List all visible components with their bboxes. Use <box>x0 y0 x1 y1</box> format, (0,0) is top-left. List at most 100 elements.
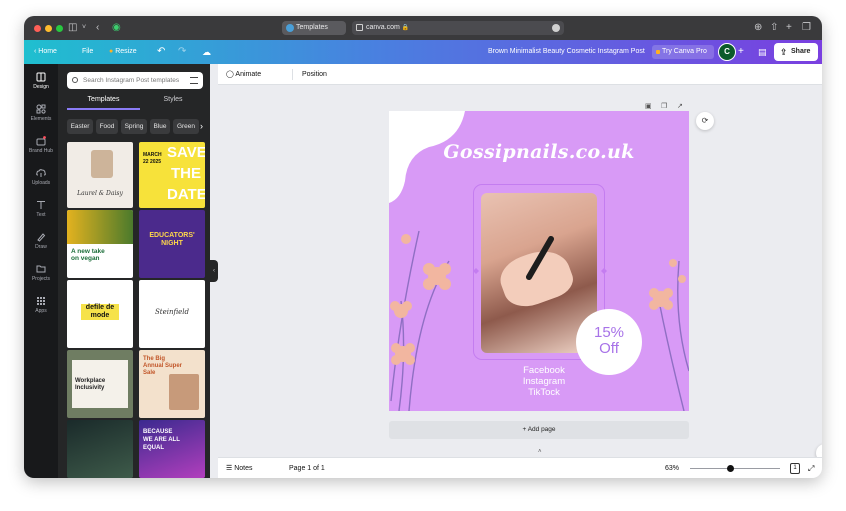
template-thumb-equal[interactable]: BECAUSE WE ARE ALL EQUAL <box>139 420 205 478</box>
editor-area: ◯ Animate Position ▣ ❐ ↗ ⟳ Gossipnails.c… <box>218 64 822 478</box>
browser-tab[interactable]: Templates <box>282 21 346 35</box>
template-thumb-educators-night[interactable]: EDUCATORS' NIGHT <box>139 210 205 278</box>
fullscreen-icon[interactable]: ⤢ <box>808 458 814 478</box>
template-thumb-defile[interactable]: defile de mode <box>67 280 133 348</box>
page-indicator[interactable]: Page 1 of 1 <box>289 458 325 478</box>
add-page-icon[interactable]: ↗ <box>677 102 683 110</box>
design-canvas[interactable]: Gossipnails.co.uk 15% Off Facebook Insta… <box>389 111 689 411</box>
minimize-window-button[interactable] <box>45 25 52 32</box>
new-tab-icon[interactable]: + <box>786 22 792 34</box>
flower-left-4 <box>401 234 411 244</box>
chip-blue[interactable]: Blue <box>150 119 170 134</box>
template-thumb-vegan[interactable]: A new take on vegan <box>67 210 133 278</box>
back-icon[interactable]: ‹ <box>96 22 99 34</box>
rail-item-draw[interactable]: Draw <box>24 232 58 250</box>
lock-page-icon[interactable]: ▣ <box>645 102 652 110</box>
chevron-down-icon[interactable]: ˅ <box>82 22 86 34</box>
try-pro-label: Try Canva Pro <box>662 48 707 55</box>
template-thumb-steinfield[interactable]: Steinfield <box>139 280 205 348</box>
chip-food[interactable]: Food <box>96 119 118 134</box>
add-page-button[interactable]: + Add page <box>389 421 689 439</box>
search-input[interactable]: Search Instagram Post templates <box>67 72 203 89</box>
animate-button[interactable]: ◯ Animate <box>226 64 261 85</box>
share-button[interactable]: ⇪ Share <box>774 43 818 61</box>
share-page-icon[interactable]: ⇧ <box>770 22 778 34</box>
zoom-window-button[interactable] <box>56 25 63 32</box>
rail-item-elements[interactable]: Elements <box>24 104 58 122</box>
collapse-panel-handle[interactable]: ‹ <box>210 260 218 282</box>
badge-percent: 15% <box>593 324 625 341</box>
position-button[interactable]: Position <box>302 64 327 85</box>
social-list[interactable]: Facebook Instagram TikTock <box>489 365 599 398</box>
rail-item-brand-hub[interactable]: Brand Hub <box>24 136 58 154</box>
social-facebook: Facebook <box>523 365 565 376</box>
rail-label: Uploads <box>31 180 51 186</box>
privacy-shield-icon[interactable]: ◉ <box>112 22 121 34</box>
sidebar-toggle-icon[interactable]: ◫ <box>68 22 77 34</box>
rail-item-design[interactable]: Design <box>24 72 58 90</box>
crown-icon <box>656 50 660 54</box>
notes-button[interactable]: ☰ Notes <box>226 458 253 478</box>
left-nav-rail: Design Elements Brand Hub Uploads Text D… <box>24 64 58 478</box>
template-thumb-workplace[interactable]: Workplace Inclusivity <box>67 350 133 418</box>
download-icon[interactable]: ⊕ <box>754 22 762 34</box>
rail-label: Apps <box>35 308 47 314</box>
chip-spring[interactable]: Spring <box>121 119 147 134</box>
social-tiktok: TikTock <box>528 387 560 398</box>
template-thumb-super-sale[interactable]: The Big Annual Super Sale <box>139 350 205 418</box>
thumb-text: Steinfield <box>154 308 190 316</box>
chip-easter[interactable]: Easter <box>67 119 93 134</box>
share-label: Share <box>791 48 811 55</box>
page-count-button[interactable]: 1 <box>790 463 800 474</box>
chip-green[interactable]: Green <box>173 119 199 134</box>
template-thumb-save-the-date[interactable]: MARCH 22 2025 SAVE THE DATE <box>139 142 205 208</box>
duplicate-page-icon[interactable]: ❐ <box>661 102 667 110</box>
zoom-slider[interactable] <box>690 468 780 469</box>
canva-favicon-icon <box>286 24 294 32</box>
rail-label: Elements <box>30 116 52 122</box>
rail-item-text[interactable]: Text <box>24 200 58 218</box>
add-collaborator-icon[interactable]: + <box>738 40 744 64</box>
tab-templates[interactable]: Templates <box>67 94 140 106</box>
design-title[interactable]: Gossipnails.co.uk <box>389 141 689 163</box>
avatar[interactable]: C <box>718 43 736 61</box>
refresh-icon[interactable]: ⟳ <box>696 112 714 130</box>
home-button[interactable]: ‹ Home <box>34 40 57 64</box>
rail-item-projects[interactable]: Projects <box>24 264 58 282</box>
redo-icon[interactable]: ↷ <box>178 40 186 64</box>
try-canva-pro-button[interactable]: Try Canva Pro <box>652 45 714 59</box>
cloud-sync-icon[interactable]: ☁ <box>202 40 211 64</box>
notes-icon: ☰ <box>226 465 233 472</box>
rail-label: Projects <box>31 276 51 282</box>
rail-item-apps[interactable]: Apps <box>24 296 58 314</box>
thumb-text: MARCH 22 2025 <box>143 152 162 165</box>
flower-left-1 <box>423 263 451 290</box>
rail-label: Text <box>36 212 46 218</box>
animate-label: Animate <box>235 71 262 78</box>
brand-icon <box>36 136 46 146</box>
filter-icon[interactable] <box>190 77 198 84</box>
address-bar-url: canva.com <box>366 24 400 31</box>
tab-styles[interactable]: Styles <box>140 94 206 106</box>
flower-stems-left <box>390 230 450 411</box>
insights-icon[interactable]: ▤ <box>758 40 767 64</box>
chevron-up-icon[interactable]: ˄ <box>538 449 542 455</box>
more-options-icon[interactable] <box>552 24 560 32</box>
rail-item-uploads[interactable]: Uploads <box>24 168 58 186</box>
zoom-level[interactable]: 63% <box>665 458 679 478</box>
address-bar[interactable]: canva.com 🔒 <box>352 21 564 35</box>
undo-icon[interactable]: ↶ <box>157 40 165 64</box>
browser-toolbar: ◫ ˅ ‹ ◉ Templates canva.com 🔒 ⊕ ⇧ + ❐ <box>24 16 822 40</box>
chevron-right-icon[interactable]: › <box>200 119 203 134</box>
resize-button[interactable]: ● Resize <box>109 40 137 64</box>
hand-shape <box>494 242 578 314</box>
folder-icon <box>36 265 46 273</box>
zoom-slider-knob[interactable] <box>726 465 734 472</box>
template-thumb-laurel-daisy[interactable]: Laurel & Daisy <box>67 142 133 208</box>
file-menu[interactable]: File <box>82 40 93 64</box>
tab-overview-icon[interactable]: ❐ <box>802 22 811 34</box>
document-title[interactable]: Brown Minimalist Beauty Cosmetic Instagr… <box>488 40 645 64</box>
rail-label: Design <box>33 84 49 90</box>
close-window-button[interactable] <box>34 25 41 32</box>
template-thumb-dark-palm[interactable] <box>67 420 133 478</box>
